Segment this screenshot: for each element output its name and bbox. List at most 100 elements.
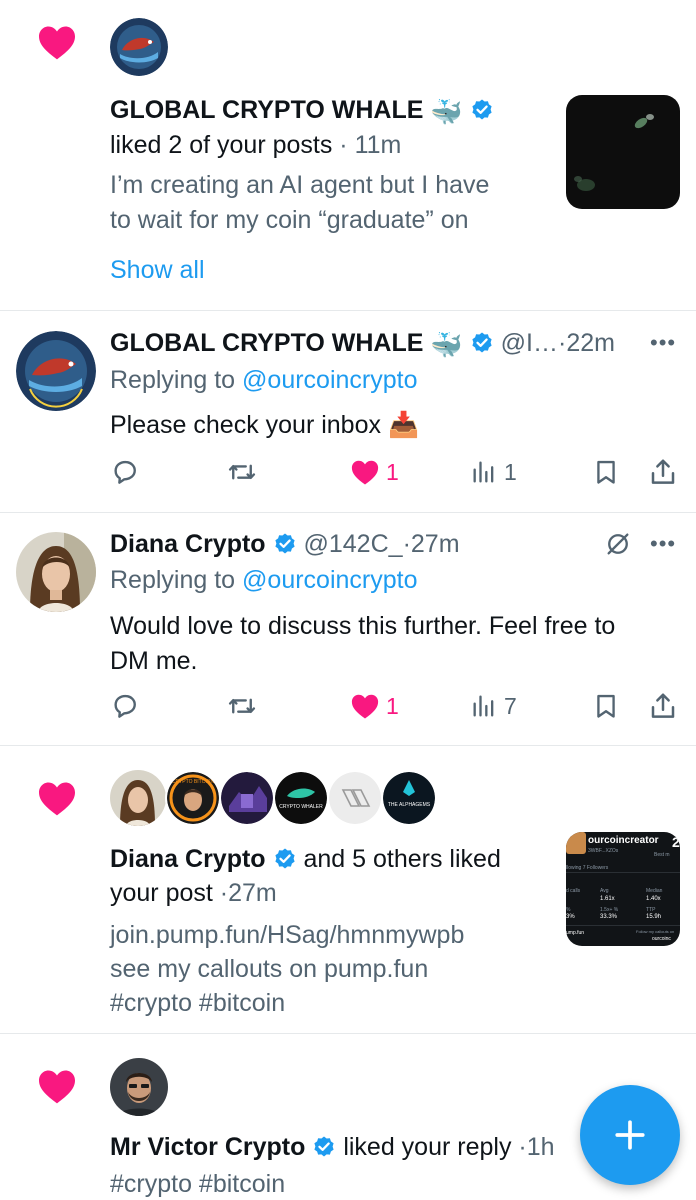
- notif2-action: Diana Crypto and 5 others liked: [110, 842, 501, 876]
- avatar-text: CRYPTO WHALER: [279, 804, 323, 810]
- verified-badge-icon: [274, 848, 295, 869]
- thumb-following-label: llowing: [566, 865, 582, 871]
- thumb-avg-label: Avg: [600, 888, 609, 894]
- repost-button[interactable]: [226, 686, 258, 726]
- notif1-preview-line1[interactable]: I’m creating an AI agent but I have: [110, 168, 489, 202]
- verified-badge-icon: [472, 332, 492, 353]
- separator: ·: [402, 530, 411, 558]
- thumb-ttp-value: 15.9h: [646, 914, 662, 920]
- user-name[interactable]: GLOBAL CRYPTO WHALE: [110, 96, 423, 124]
- reply-icon: [114, 460, 136, 484]
- like-button[interactable]: 1: [350, 452, 399, 492]
- replying-to: Replying to @ourcoincrypto: [110, 563, 417, 597]
- notif1-preview-line2[interactable]: to wait for my coin “graduate” on: [110, 203, 469, 237]
- reply2-actions: 1 7: [110, 686, 680, 726]
- heart-icon: [39, 26, 75, 60]
- post-preview-line3[interactable]: #crypto #bitcoin: [110, 986, 285, 1020]
- views-button[interactable]: 7: [470, 686, 517, 726]
- more-options-icon[interactable]: •••: [650, 531, 676, 557]
- reply-button[interactable]: [110, 686, 140, 726]
- compose-button[interactable]: [580, 1085, 680, 1185]
- notifications-feed: GLOBAL CRYPTO WHALE 🐳 liked 2 of your po…: [0, 0, 696, 1200]
- heart-filled-icon: [351, 460, 379, 485]
- whale-emoji-icon: 🐳: [430, 97, 463, 127]
- replying-to-link[interactable]: @ourcoincrypto: [242, 366, 417, 394]
- post-thumbnail[interactable]: [566, 95, 680, 209]
- share-icon: [651, 459, 675, 484]
- thumb-ratio-label: 1.5x+ %: [600, 907, 619, 913]
- thumb-sub: 3WBF...XZOs: [588, 848, 619, 854]
- post-preview-line2[interactable]: see my callouts on pump.fun: [110, 952, 428, 986]
- heart-filled-icon: [351, 694, 379, 719]
- grok-icon[interactable]: [604, 530, 632, 558]
- crypto-bitcoin-avatar[interactable]: CRYPTO BITCOIN: [165, 770, 221, 826]
- reply1-header: GLOBAL CRYPTO WHALE 🐳 @I…·22m: [110, 326, 615, 362]
- notif1-header: GLOBAL CRYPTO WHALE 🐳: [110, 93, 494, 129]
- thumb-median-label: Median: [646, 888, 663, 894]
- divider: [0, 745, 696, 746]
- show-all-link[interactable]: Show all: [110, 253, 205, 287]
- like-button[interactable]: 1: [350, 686, 399, 726]
- post-thumbnail[interactable]: ourcoincreator 3WBF...XZOs 2 Best m llow…: [566, 832, 680, 946]
- thumb-pct-label: %: [566, 907, 571, 913]
- repost-button[interactable]: [226, 452, 258, 492]
- bookmark-button[interactable]: [592, 686, 620, 726]
- thumb-site: ump.fun: [566, 930, 585, 936]
- post-preview-line1[interactable]: join.pump.fun/HSag/hmnmywpb: [110, 918, 464, 952]
- whale-emoji-icon: 🐳: [430, 330, 463, 360]
- bookmark-icon: [597, 694, 615, 718]
- thumb-pct-value: 3%: [566, 914, 575, 920]
- user-name[interactable]: Diana Crypto: [110, 530, 266, 558]
- diana-crypto-avatar[interactable]: [16, 532, 96, 612]
- post-preview-line1[interactable]: #crypto #bitcoin: [110, 1167, 285, 1200]
- thumb-title: ourcoincreator: [588, 835, 659, 846]
- post-text-line2: DM me.: [110, 647, 198, 675]
- repost-icon: [228, 698, 256, 714]
- thumb-best: Best m: [654, 852, 670, 858]
- verified-badge-icon: [314, 1136, 334, 1157]
- heart-icon: [39, 782, 75, 816]
- replying-prefix: Replying to: [110, 566, 236, 594]
- user-name[interactable]: Mr Victor Crypto: [110, 1133, 305, 1161]
- the-alphagems-avatar[interactable]: THE ALPHAGEMS: [381, 770, 437, 826]
- thumb-follow: Follow my callouts on: [636, 929, 675, 934]
- mr-victor-crypto-avatar[interactable]: [110, 1058, 168, 1116]
- crypto-whaler-avatar[interactable]: CRYPTO WHALER: [273, 770, 329, 826]
- user-handle[interactable]: @I…: [501, 329, 558, 357]
- logo-avatar[interactable]: [327, 770, 383, 826]
- global-crypto-whale-avatar[interactable]: [16, 331, 96, 411]
- post-text: Please check your inbox: [110, 411, 381, 439]
- purple-avatar[interactable]: [219, 770, 275, 826]
- global-crypto-whale-avatar[interactable]: [110, 18, 168, 76]
- user-handle[interactable]: @142C_: [304, 530, 403, 558]
- share-button[interactable]: [648, 452, 678, 492]
- views-icon: [473, 695, 494, 717]
- thumb-ttp-label: TTP: [646, 907, 656, 913]
- action-text: liked your reply: [343, 1133, 512, 1161]
- more-options-icon[interactable]: •••: [650, 330, 676, 356]
- replying-prefix: Replying to: [110, 366, 236, 394]
- views-button[interactable]: 1: [470, 452, 517, 492]
- share-button[interactable]: [648, 686, 678, 726]
- timestamp: 22m: [566, 329, 615, 357]
- heart-icon: [39, 1070, 75, 1104]
- replying-to-link[interactable]: @ourcoincrypto: [242, 566, 417, 594]
- bookmark-button[interactable]: [592, 452, 620, 492]
- user-name[interactable]: GLOBAL CRYPTO WHALE: [110, 329, 423, 357]
- like-count: 1: [386, 458, 399, 485]
- avatar-text: CRYPTO BITCOIN: [172, 779, 215, 785]
- replying-to: Replying to @ourcoincrypto: [110, 363, 417, 397]
- reply2-header: Diana Crypto @142C_·27m: [110, 527, 460, 561]
- separator: ·: [518, 1133, 527, 1161]
- separator: ·: [219, 879, 229, 907]
- action-text: your post: [110, 879, 213, 907]
- action-text: and 5 others liked: [303, 845, 501, 873]
- reply1-text: Please check your inbox 📥: [110, 408, 419, 442]
- diana-crypto-avatar[interactable]: [110, 770, 166, 826]
- thumb-badge: 2: [672, 834, 680, 850]
- divider: [0, 1033, 696, 1034]
- view-count: 1: [504, 458, 517, 485]
- bookmark-icon: [597, 460, 615, 484]
- reply-button[interactable]: [110, 452, 140, 492]
- user-name[interactable]: Diana Crypto: [110, 845, 266, 873]
